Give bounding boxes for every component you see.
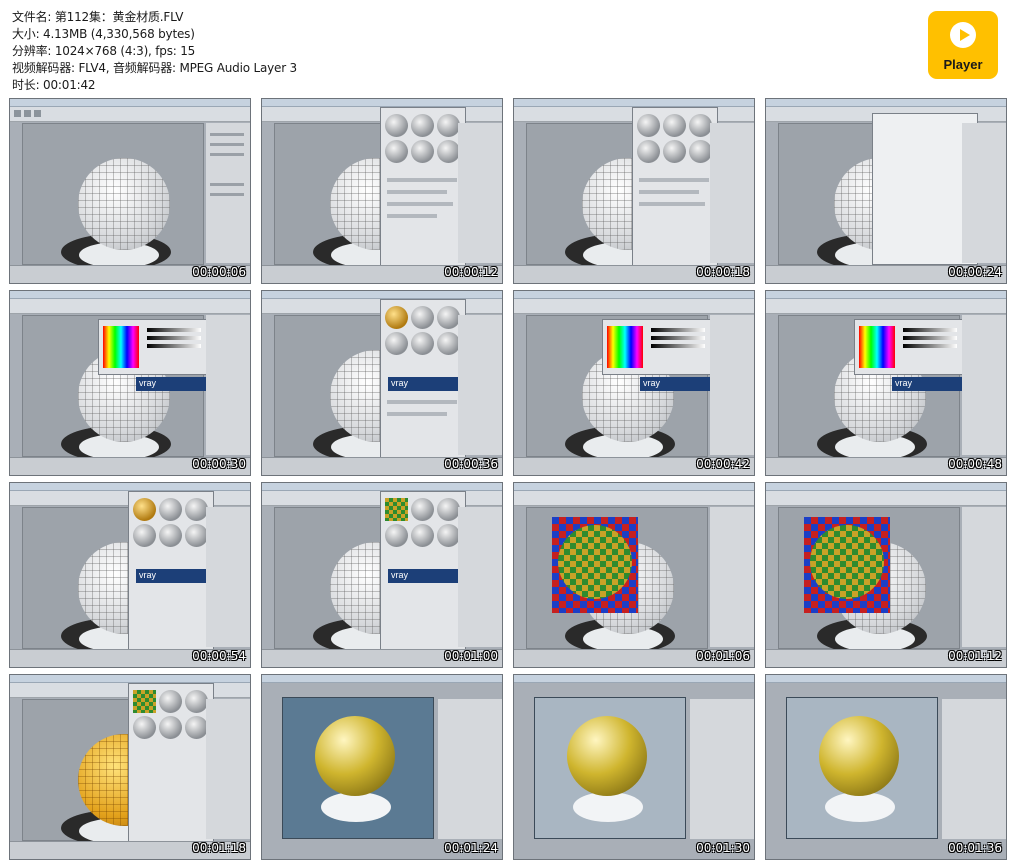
thumbnail-timestamp: 00:01:00 bbox=[444, 649, 498, 663]
thumbnail[interactable]: vray 00:00:42 bbox=[513, 290, 755, 476]
thumbnail-timestamp: 00:00:12 bbox=[444, 265, 498, 279]
thumbnail-timestamp: 00:00:30 bbox=[192, 457, 246, 471]
info-size: 大小: 4.13MB (4,330,568 bytes) bbox=[12, 27, 195, 41]
checker-preview bbox=[552, 517, 638, 613]
thumbnail[interactable]: vray 00:00:48 bbox=[765, 290, 1007, 476]
info-duration: 时长: 00:01:42 bbox=[12, 78, 96, 92]
thumbnail[interactable]: 00:01:30 bbox=[513, 674, 755, 860]
thumbnail-timestamp: 00:00:24 bbox=[948, 265, 1002, 279]
thumbnail-timestamp: 00:00:36 bbox=[444, 457, 498, 471]
thumbnail[interactable]: 00:00:12 bbox=[261, 98, 503, 284]
vray-banner: vray bbox=[136, 377, 212, 391]
material-editor bbox=[632, 107, 718, 267]
material-editor bbox=[128, 683, 214, 843]
thumbnail-timestamp: 00:00:06 bbox=[192, 265, 246, 279]
info-filename: 文件名: 第112集：黄金材质.FLV bbox=[12, 10, 184, 24]
thumbnail-timestamp: 00:01:18 bbox=[192, 841, 246, 855]
color-picker bbox=[98, 319, 208, 375]
material-editor bbox=[380, 107, 466, 267]
vray-banner: vray bbox=[388, 377, 464, 391]
thumbnail-timestamp: 00:01:30 bbox=[696, 841, 750, 855]
thumbnail[interactable]: 00:00:18 bbox=[513, 98, 755, 284]
thumbnail-timestamp: 00:01:12 bbox=[948, 649, 1002, 663]
vray-banner: vray bbox=[640, 377, 716, 391]
thumbnail[interactable]: 00:01:12 bbox=[765, 482, 1007, 668]
thumbnail[interactable]: vray 00:01:00 bbox=[261, 482, 503, 668]
player-logo[interactable]: Player bbox=[928, 11, 998, 79]
thumbnail-timestamp: 00:01:06 bbox=[696, 649, 750, 663]
file-info: 文件名: 第112集：黄金材质.FLV 大小: 4.13MB (4,330,56… bbox=[12, 9, 297, 94]
thumbnail[interactable]: 00:01:36 bbox=[765, 674, 1007, 860]
thumbnail[interactable]: 00:01:18 bbox=[9, 674, 251, 860]
thumbnail-timestamp: 00:01:24 bbox=[444, 841, 498, 855]
vray-banner: vray bbox=[388, 569, 464, 583]
thumbnail[interactable]: 00:01:06 bbox=[513, 482, 755, 668]
info-codec: 视频解码器: FLV4, 音频解码器: MPEG Audio Layer 3 bbox=[12, 61, 297, 75]
thumbnail-timestamp: 00:00:54 bbox=[192, 649, 246, 663]
thumbnail[interactable]: vray 00:00:54 bbox=[9, 482, 251, 668]
thumbnail-timestamp: 00:01:36 bbox=[948, 841, 1002, 855]
vray-banner: vray bbox=[136, 569, 212, 583]
thumbnail[interactable]: 00:00:24 bbox=[765, 98, 1007, 284]
thumbnail[interactable]: 00:00:06 bbox=[9, 98, 251, 284]
render-frame bbox=[282, 697, 434, 839]
thumbnail-timestamp: 00:00:18 bbox=[696, 265, 750, 279]
thumbnail[interactable]: vray 00:00:36 bbox=[261, 290, 503, 476]
thumbnail[interactable]: 00:01:24 bbox=[261, 674, 503, 860]
info-resolution: 分辨率: 1024×768 (4:3), fps: 15 bbox=[12, 44, 196, 58]
color-picker bbox=[854, 319, 964, 375]
color-picker bbox=[602, 319, 712, 375]
thumbnail-timestamp: 00:00:48 bbox=[948, 457, 1002, 471]
render-frame bbox=[534, 697, 686, 839]
checker-preview bbox=[804, 517, 890, 613]
player-logo-label: Player bbox=[943, 57, 983, 72]
render-frame bbox=[786, 697, 938, 839]
thumbnail[interactable]: vray 00:00:30 bbox=[9, 290, 251, 476]
vray-banner: vray bbox=[892, 377, 968, 391]
thumbnail-timestamp: 00:00:42 bbox=[696, 457, 750, 471]
